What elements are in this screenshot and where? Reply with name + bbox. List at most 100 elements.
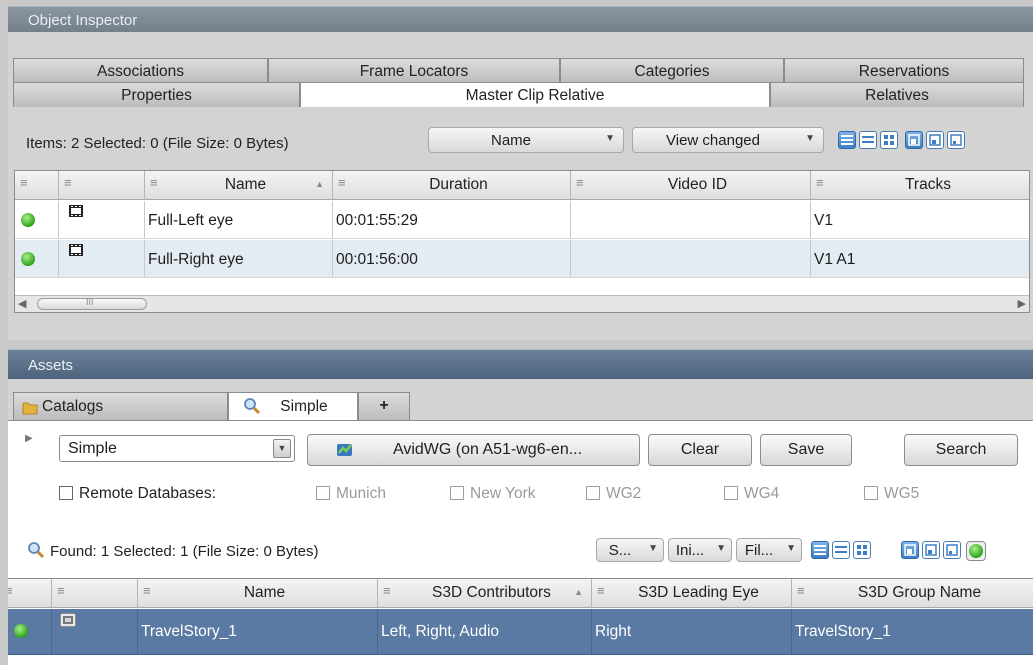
tab-frame-locators[interactable]: Frame Locators <box>268 58 560 83</box>
tab-master-clip-relative[interactable]: Master Clip Relative <box>300 82 770 107</box>
column-status[interactable]: ≡ <box>15 171 59 200</box>
scroll-left-arrow-icon[interactable]: ◀ <box>18 297 26 310</box>
mini-dropdown-1[interactable]: S... ▼ <box>596 538 664 562</box>
tab-reservations[interactable]: Reservations <box>784 58 1024 83</box>
remote-db-wg4-checkbox[interactable]: WG4 <box>724 485 779 503</box>
checkbox-box[interactable] <box>864 486 878 500</box>
remote-db-new-york-checkbox[interactable]: New York <box>450 485 535 503</box>
thumbnail-small-icon[interactable] <box>943 541 961 559</box>
clip-icon-cell <box>59 240 145 277</box>
remote-db-label: WG2 <box>606 485 642 502</box>
grid-view-icon[interactable] <box>853 541 871 559</box>
clip-icon-cell <box>52 609 138 654</box>
column-icon[interactable]: ≡ <box>52 579 138 608</box>
green-status-dot <box>21 213 35 227</box>
remote-db-munich-checkbox[interactable]: Munich <box>316 485 386 503</box>
search-button[interactable]: Search <box>904 434 1018 466</box>
magnifier-icon <box>28 542 45 559</box>
column-menu-icon[interactable]: ≡ <box>143 583 151 598</box>
detail-view-icon[interactable] <box>859 131 877 149</box>
mini-dropdown-2[interactable]: Ini... ▼ <box>668 538 732 562</box>
column-status[interactable]: ≡ <box>8 579 52 608</box>
clear-button[interactable]: Clear <box>648 434 752 466</box>
column-icon[interactable]: ≡ <box>59 171 145 200</box>
column-s3d-group-name[interactable]: ≡ S3D Group Name <box>792 579 1033 608</box>
table-header: ≡ ≡ ≡ Name ≡ S3D Contributors ▲ ≡ S3D Leadin… <box>8 579 1033 608</box>
thumbnail-large-icon[interactable] <box>901 541 919 559</box>
column-menu-icon[interactable]: ≡ <box>57 583 65 598</box>
duration-cell: 00:01:56:00 <box>333 240 571 277</box>
tab-add-button[interactable]: + <box>358 392 410 420</box>
mini-dropdown-value: S... <box>608 542 632 559</box>
grid-view-icon[interactable] <box>880 131 898 149</box>
scrollbar-thumb[interactable]: III <box>37 297 147 310</box>
table-row[interactable]: TravelStory_1 Left, Right, Audio Right T… <box>8 609 1033 655</box>
sort-dropdown[interactable]: Name ▼ <box>428 127 624 153</box>
column-s3d-leading-eye[interactable]: ≡ S3D Leading Eye <box>592 579 792 608</box>
tab-relatives[interactable]: Relatives <box>770 82 1024 107</box>
tab-properties[interactable]: Properties <box>13 82 300 107</box>
column-menu-icon[interactable]: ≡ <box>816 175 824 190</box>
view-dropdown[interactable]: View changed ▼ <box>632 127 824 153</box>
column-menu-icon[interactable]: ≡ <box>797 583 805 598</box>
found-status: Found: 1 Selected: 1 (File Size: 0 Bytes… <box>50 543 319 560</box>
column-duration-label: Duration <box>429 176 488 193</box>
detail-view-icon[interactable] <box>832 541 850 559</box>
column-menu-icon[interactable]: ≡ <box>383 583 391 598</box>
mini-dropdown-value: Ini... <box>675 542 705 559</box>
tab-categories[interactable]: Categories <box>560 58 784 83</box>
remote-databases-checkbox[interactable]: Remote Databases: <box>59 485 216 503</box>
checkbox-box[interactable] <box>586 486 600 500</box>
refresh-status-icon[interactable] <box>966 541 986 561</box>
scroll-right-arrow-icon[interactable]: ▶ <box>1018 297 1026 310</box>
column-menu-icon[interactable]: ≡ <box>597 583 605 598</box>
view-dropdown-value: View changed <box>666 132 760 149</box>
thumbnail-large-icon[interactable] <box>905 131 923 149</box>
column-menu-icon[interactable]: ≡ <box>64 175 72 190</box>
tab-associations[interactable]: Associations <box>13 58 268 83</box>
column-tracks[interactable]: ≡ Tracks <box>811 171 1029 200</box>
column-name[interactable]: ≡ Name <box>138 579 378 608</box>
thumbnail-medium-icon[interactable] <box>922 541 940 559</box>
column-menu-icon[interactable]: ≡ <box>576 175 584 190</box>
column-menu-icon[interactable]: ≡ <box>150 175 158 190</box>
chevron-down-icon[interactable]: ▼ <box>273 439 291 458</box>
column-video-id[interactable]: ≡ Video ID <box>571 171 811 200</box>
expand-arrow-icon[interactable]: ▶ <box>25 433 33 444</box>
tab-row-lower: Properties Master Clip Relative Relative… <box>13 82 1033 107</box>
tab-catalogs-label: Catalogs <box>42 398 104 415</box>
database-icon <box>337 444 352 456</box>
list-view-icon[interactable] <box>811 541 829 559</box>
search-type-select[interactable]: Simple ▼ <box>59 435 295 462</box>
column-menu-icon[interactable]: ≡ <box>8 583 13 598</box>
checkbox-box[interactable] <box>316 486 330 500</box>
horizontal-scrollbar[interactable]: ◀ III ▶ <box>15 295 1029 312</box>
save-button[interactable]: Save <box>760 434 852 466</box>
checkbox-box[interactable] <box>450 486 464 500</box>
column-name[interactable]: ≡ Name ▲ <box>145 171 333 200</box>
column-menu-icon[interactable]: ≡ <box>338 175 346 190</box>
checkbox-box[interactable] <box>59 486 73 500</box>
thumbnail-medium-icon[interactable] <box>926 131 944 149</box>
magnifier-icon <box>244 398 261 415</box>
film-clip-icon <box>69 244 83 256</box>
tab-row-upper: Associations Frame Locators Categories R… <box>13 58 1033 83</box>
duration-cell: 00:01:55:29 <box>333 201 571 238</box>
tab-catalogs[interactable]: Catalogs <box>13 392 228 420</box>
table-row[interactable]: Full-Right eye 00:01:56:00 V1 A1 <box>15 240 1029 278</box>
column-menu-icon[interactable]: ≡ <box>20 175 28 190</box>
list-view-icon[interactable] <box>838 131 856 149</box>
film-clip-icon <box>69 205 83 217</box>
column-s3d-contributors[interactable]: ≡ S3D Contributors ▲ <box>378 579 592 608</box>
status-cell <box>15 201 59 238</box>
thumbnail-small-icon[interactable] <box>947 131 965 149</box>
tab-simple[interactable]: Simple <box>228 392 358 420</box>
checkbox-box[interactable] <box>724 486 738 500</box>
mini-dropdown-3[interactable]: Fil... ▼ <box>736 538 802 562</box>
remote-db-wg5-checkbox[interactable]: WG5 <box>864 485 919 503</box>
remote-db-wg2-checkbox[interactable]: WG2 <box>586 485 641 503</box>
table-row[interactable]: Full-Left eye 00:01:55:29 V1 <box>15 201 1029 239</box>
column-duration[interactable]: ≡ Duration <box>333 171 571 200</box>
database-button[interactable]: AvidWG (on A51-wg6-en... <box>307 434 640 466</box>
folder-icon <box>22 402 38 415</box>
